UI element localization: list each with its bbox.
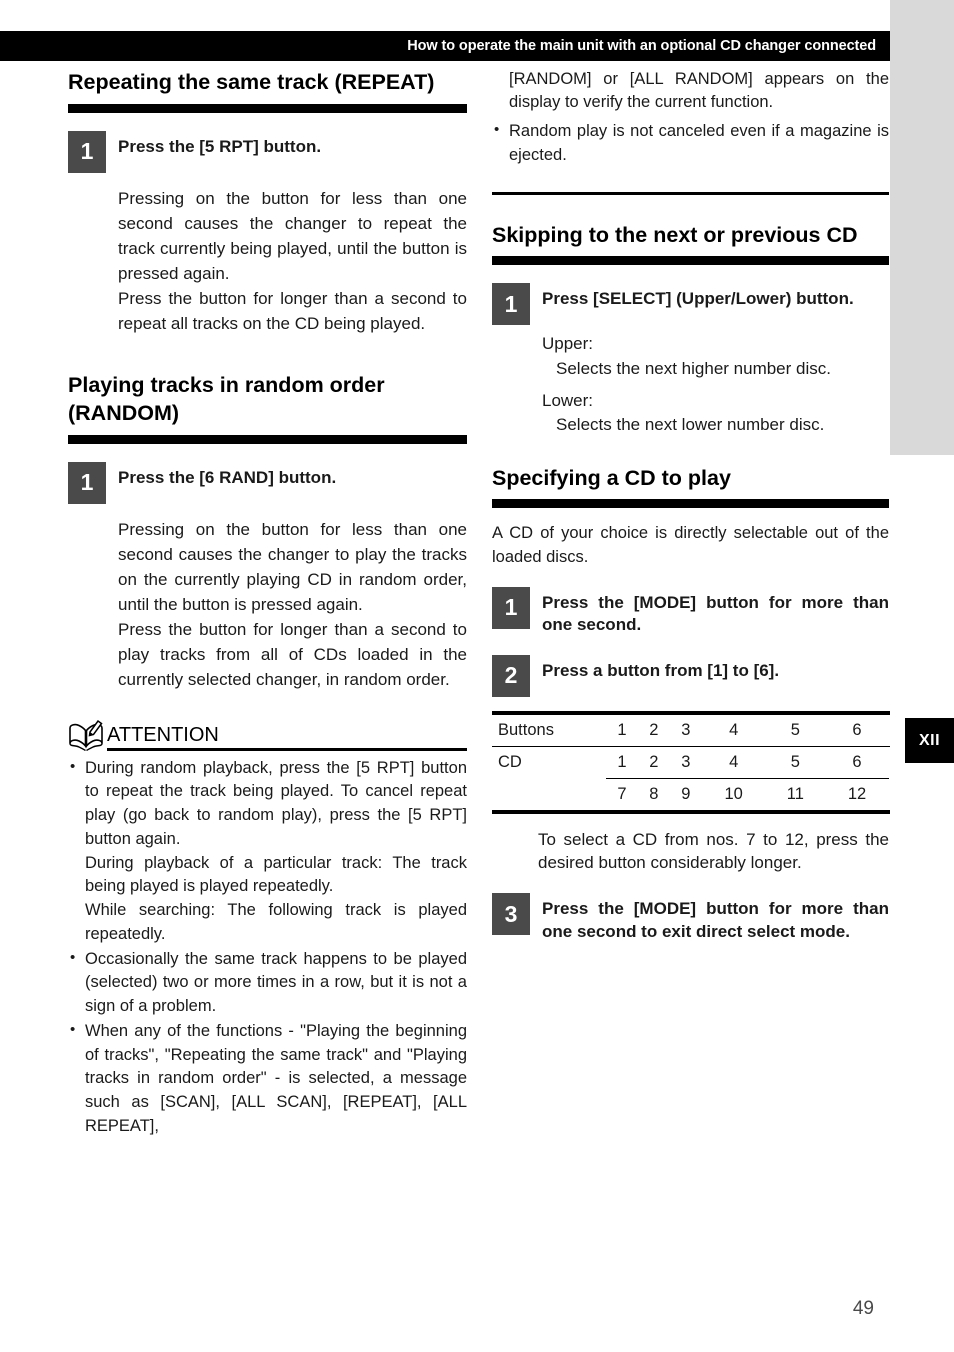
step-title: Press the [6 RAND] button. xyxy=(118,467,337,487)
cd-button-mapping-table: Buttons 1 2 3 4 5 6 CD 1 2 3 4 5 6 7 8 9… xyxy=(492,710,889,814)
bullet-paragraph: While searching: The following track is … xyxy=(85,901,467,943)
section-rule-specifying xyxy=(492,499,889,509)
step-skipping-1-body: Upper: Selects the next higher number di… xyxy=(542,332,889,438)
chapter-tab-xii: XII xyxy=(905,718,954,763)
table-row: CD 1 2 3 4 5 6 xyxy=(492,745,889,778)
row-header-buttons: Buttons xyxy=(492,710,606,746)
step-title: Press a button from [1] to [6]. xyxy=(542,660,780,680)
step-number-badge: 1 xyxy=(68,130,106,173)
bullet-paragraph: During playback of a particular track: T… xyxy=(85,853,467,896)
step-skipping-1: 1 Press [SELECT] (Upper/Lower) button. xyxy=(492,283,889,326)
table-row: 7 8 9 10 11 12 xyxy=(492,777,889,814)
cell: 5 xyxy=(765,710,826,746)
cell: 11 xyxy=(765,777,826,814)
two-column-layout: Repeating the same track (REPEAT) 1 Pres… xyxy=(0,68,890,1139)
continuation-bullet-list: Random play is not canceled even if a ma… xyxy=(492,119,889,168)
attention-underline xyxy=(107,747,467,751)
lower-label: Lower: xyxy=(542,390,594,410)
step-number-badge: 1 xyxy=(492,586,530,629)
attention-label-wrap: ATTENTION xyxy=(107,723,467,751)
cell: 8 xyxy=(637,777,670,814)
continuation-paragraph: [RANDOM] or [ALL RANDOM] appears on the … xyxy=(509,70,889,112)
cell: 1 xyxy=(606,710,638,746)
cell: 2 xyxy=(637,710,670,746)
section-title-specifying: Specifying a CD to play xyxy=(492,465,731,490)
cell: 3 xyxy=(669,710,702,746)
bullet-paragraph: Occasionally the same track happens to b… xyxy=(85,949,467,1016)
cell: 1 xyxy=(606,745,638,778)
section-rule-random xyxy=(68,434,467,444)
attention-label: ATTENTION xyxy=(107,723,219,746)
attention-bullet-list: During random playback, press the [5 RPT… xyxy=(68,756,467,1139)
cell: 9 xyxy=(669,777,702,814)
step-specifying-3: 3 Press the [MODE] button for more than … xyxy=(492,893,889,943)
step-random-1-body: Pressing on the button for less than one… xyxy=(118,518,467,693)
list-item: During random playback, press the [5 RPT… xyxy=(68,756,467,947)
paragraph: Press the button for longer than a secon… xyxy=(118,619,467,689)
continuation-block: [RANDOM] or [ALL RANDOM] appears on the … xyxy=(492,68,889,168)
section-rule-repeat xyxy=(68,103,467,113)
upper-group: Upper: Selects the next higher number di… xyxy=(542,332,889,381)
header-title: How to operate the main unit with an opt… xyxy=(407,38,876,54)
section-title-random: Playing tracks in random order (RANDOM) xyxy=(68,372,385,426)
step-number-badge: 1 xyxy=(492,283,530,326)
step-number-badge: 1 xyxy=(68,461,106,504)
cell: 7 xyxy=(606,777,638,814)
step-title: Press the [5 RPT] button. xyxy=(118,136,322,156)
manual-page: XII How to operate the main unit with an… xyxy=(0,0,954,1352)
paragraph: Press the button for longer than a secon… xyxy=(118,288,467,333)
step-number-badge: 3 xyxy=(492,893,530,936)
table-row: Buttons 1 2 3 4 5 6 xyxy=(492,710,889,746)
bullet-paragraph: During random playback, press the [5 RPT… xyxy=(85,758,467,848)
section-title-skipping: Skipping to the next or previous CD xyxy=(492,222,858,247)
cell: 12 xyxy=(825,777,889,814)
step-title: Press the [MODE] button for more than on… xyxy=(542,592,889,635)
paragraph: Pressing on the button for less than one… xyxy=(118,519,467,614)
list-item: Random play is not canceled even if a ma… xyxy=(492,119,889,168)
list-item: When any of the functions - "Playing the… xyxy=(68,1019,467,1139)
cell: 3 xyxy=(669,745,702,778)
book-pencil-icon xyxy=(68,719,106,751)
paragraph: Pressing on the button for less than one… xyxy=(118,188,467,283)
cell: 2 xyxy=(637,745,670,778)
lower-detail: Selects the next lower number disc. xyxy=(556,415,825,435)
right-edge-gray-band xyxy=(890,0,954,455)
cell: 6 xyxy=(825,745,889,778)
list-item: Occasionally the same track happens to b… xyxy=(68,947,467,1019)
step-title: Press [SELECT] (Upper/Lower) button. xyxy=(542,289,854,309)
left-column: Repeating the same track (REPEAT) 1 Pres… xyxy=(68,68,467,1139)
step-title: Press the [MODE] button for more than on… xyxy=(542,899,889,941)
step-specifying-2: 2 Press a button from [1] to [6]. xyxy=(492,654,889,697)
specifying-intro: A CD of your choice is directly selectab… xyxy=(492,524,889,566)
attention-header: ATTENTION xyxy=(68,719,467,751)
bullet-paragraph: Random play is not canceled even if a ma… xyxy=(509,122,889,164)
cell: 6 xyxy=(825,710,889,746)
step-repeat-1-body: Pressing on the button for less than one… xyxy=(118,187,467,337)
cell: 4 xyxy=(701,710,766,746)
upper-label: Upper: xyxy=(542,334,594,354)
specifying-note: To select a CD from nos. 7 to 12, press … xyxy=(538,829,889,873)
cell: 10 xyxy=(701,777,766,814)
section-title-repeat: Repeating the same track (REPEAT) xyxy=(68,70,435,94)
lower-group: Lower: Selects the next lower number dis… xyxy=(542,389,889,438)
right-column: [RANDOM] or [ALL RANDOM] appears on the … xyxy=(492,68,889,1139)
step-specifying-1: 1 Press the [MODE] button for more than … xyxy=(492,586,889,637)
cell: 4 xyxy=(701,745,766,778)
page-number: 49 xyxy=(852,1298,874,1319)
cell: 5 xyxy=(765,745,826,778)
step-repeat-1: 1 Press the [5 RPT] button. xyxy=(68,130,467,173)
cell-empty xyxy=(492,778,606,814)
upper-detail: Selects the next higher number disc. xyxy=(556,358,831,378)
step-random-1: 1 Press the [6 RAND] button. xyxy=(68,461,467,504)
page-header-bar: How to operate the main unit with an opt… xyxy=(0,31,890,61)
step-number-badge: 2 xyxy=(492,654,530,697)
chapter-tab-label: XII xyxy=(918,731,941,749)
row-header-cd: CD xyxy=(492,745,606,778)
bullet-paragraph: When any of the functions - "Playing the… xyxy=(85,1021,467,1135)
section-rule-skipping xyxy=(492,256,889,266)
